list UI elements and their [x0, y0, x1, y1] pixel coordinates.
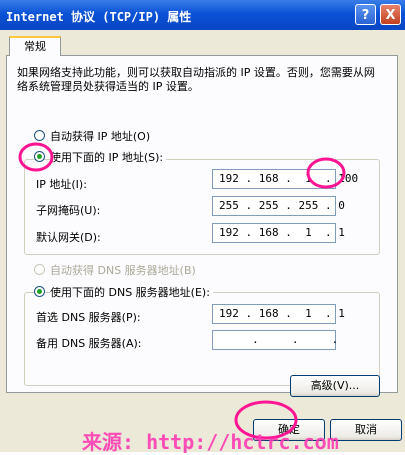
annotation-overlay — [18, 142, 346, 440]
annotation-circle-ip — [306, 157, 346, 189]
annotation-circle-radio — [18, 142, 54, 172]
tab-general[interactable]: 常规 — [9, 36, 61, 56]
watermark-text: 来源: http://hctrc.com — [82, 430, 339, 454]
